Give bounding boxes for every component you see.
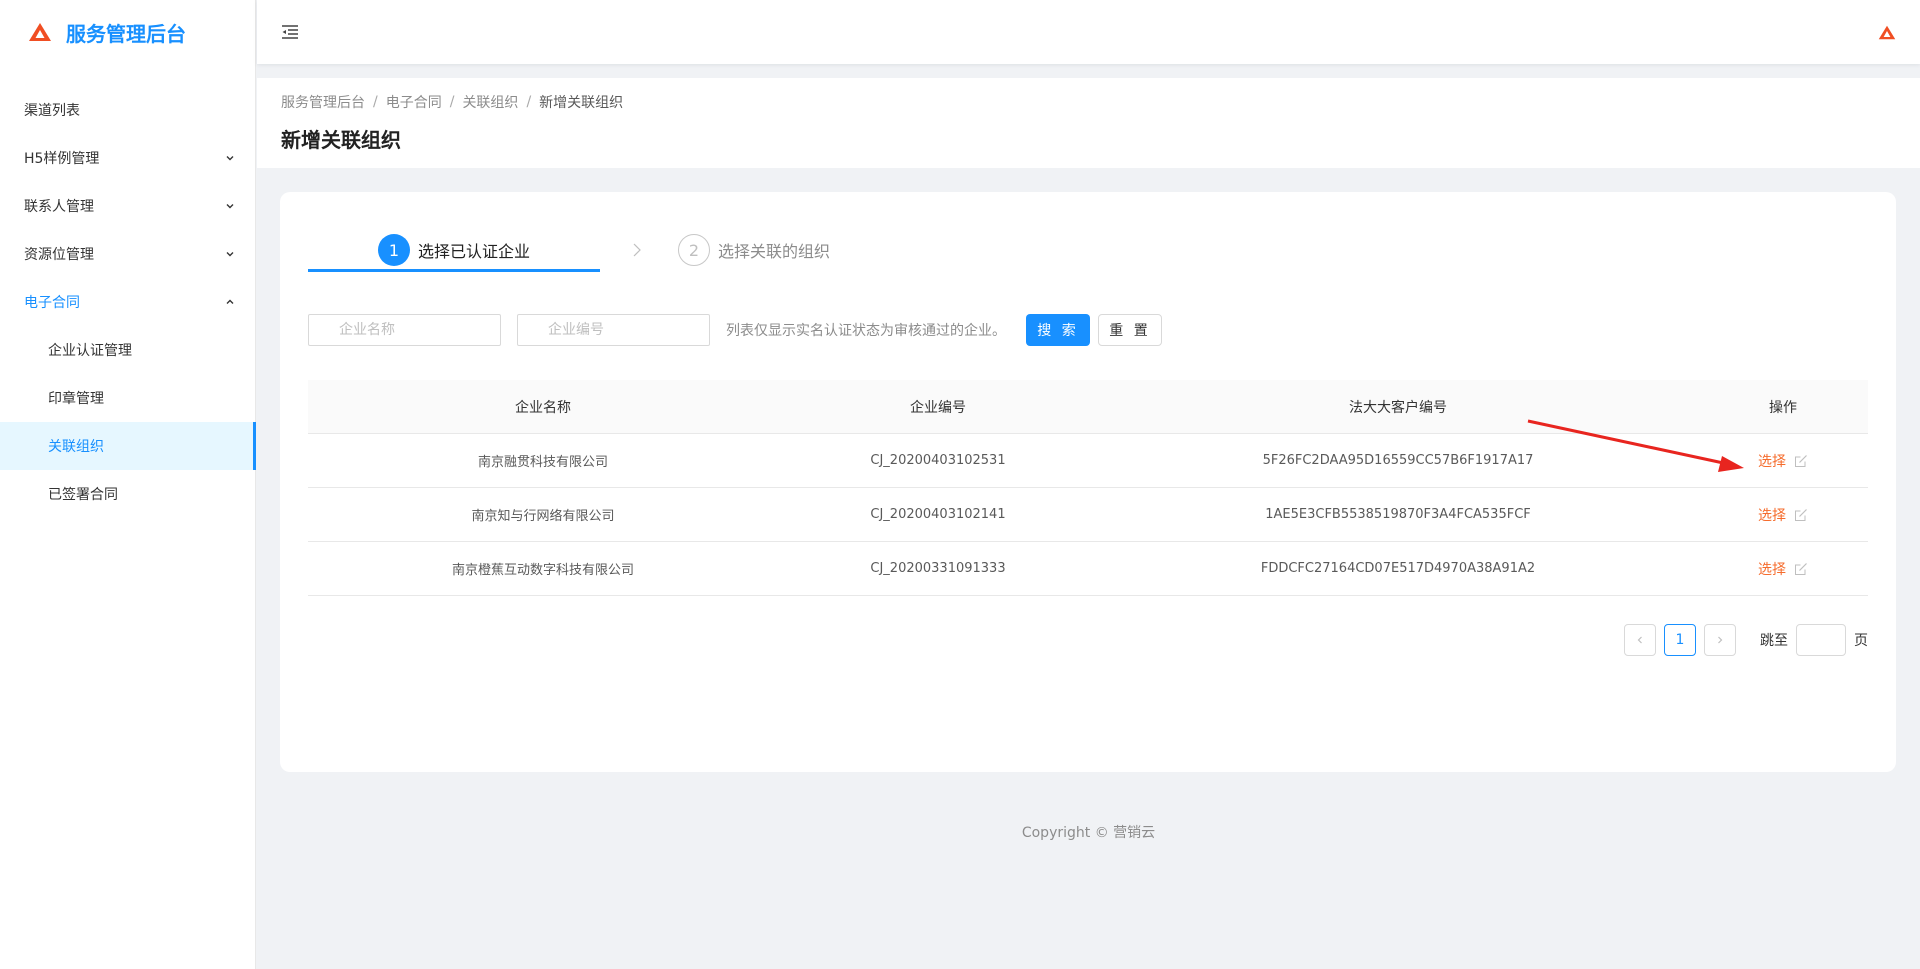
breadcrumb-separator: / [449, 94, 455, 110]
breadcrumb-item[interactable]: 电子合同 [386, 92, 442, 112]
sidebar-item-label: 联系人管理 [24, 199, 94, 215]
column-header-actions: 操作 [1769, 399, 1797, 416]
sidebar-item-label: H5样例管理 [24, 151, 100, 167]
step-number: 2 [678, 234, 710, 266]
edit-icon[interactable] [1794, 508, 1808, 522]
table-header-row: 企业名称 企业编号 法大大客户编号 操作 [308, 380, 1868, 434]
sidebar-item-resource-slots[interactable]: 资源位管理 [0, 230, 255, 278]
step-2[interactable]: 2 选择关联的组织 [678, 234, 830, 266]
cell-fdd-code: 1AE5E3CFB5538519870F3A4FCA535FCF [1265, 507, 1531, 522]
select-link[interactable]: 选择 [1758, 505, 1786, 525]
edit-icon[interactable] [1794, 562, 1808, 576]
enterprise-table: 企业名称 企业编号 法大大客户编号 操作 南京融贯科技有限公司 CJ_20200… [308, 380, 1868, 596]
page-number-button[interactable]: 1 [1664, 624, 1696, 656]
next-page-button[interactable] [1704, 624, 1736, 656]
cell-enterprise-name: 南京知与行网络有限公司 [471, 509, 615, 524]
sidebar-item-signed-contracts[interactable]: 已签署合同 [0, 470, 255, 518]
sidebar-item-label: 电子合同 [24, 295, 80, 311]
chevron-down-icon [226, 252, 234, 257]
cell-fdd-code: 5F26FC2DAA95D16559CC57B6F1917A17 [1262, 453, 1534, 468]
chevron-down-icon [226, 204, 234, 209]
chevron-left-icon [1637, 636, 1642, 644]
cell-actions: 选择 [1698, 559, 1868, 579]
cell-actions: 选择 [1698, 505, 1868, 525]
table-row: 南京橙蕉互动数字科技有限公司 CJ_20200331091333 FDDCFC2… [308, 542, 1868, 596]
page-title: 新增关联组织 [281, 128, 401, 152]
step-number: 1 [377, 234, 410, 266]
sidebar-item-contacts[interactable]: 联系人管理 [0, 182, 255, 230]
breadcrumb-separator: / [373, 94, 378, 110]
chevron-right-icon [1718, 636, 1723, 644]
breadcrumb-current: 新增关联组织 [539, 95, 624, 111]
logo-icon [29, 23, 51, 41]
cell-actions: 选择 [1698, 451, 1868, 471]
jump-label: 跳至 [1760, 633, 1788, 649]
cell-enterprise-name: 南京橙蕉互动数字科技有限公司 [451, 563, 634, 578]
prev-page-button[interactable] [1624, 624, 1656, 656]
cell-fdd-code: FDDCFC27164CD07E517D4970A38A91A2 [1260, 561, 1536, 576]
enterprise-code-input[interactable] [517, 314, 710, 346]
filter-hint: 列表仅显示实名认证状态为审核通过的企业。 [726, 323, 1006, 339]
column-header-fdd-code: 法大大客户编号 [1349, 399, 1447, 416]
app-title: 服务管理后台 [66, 21, 186, 46]
enterprise-name-input[interactable] [308, 314, 501, 346]
page-header: 服务管理后台 / 电子合同 / 关联组织 / 新增关联组织 新增关联组织 [257, 78, 1920, 168]
column-header-code: 企业编号 [910, 399, 966, 416]
footer-copyright: Copyright © 营销云 [1021, 825, 1156, 841]
chevron-up-icon [226, 299, 234, 304]
top-header [257, 0, 1920, 64]
sidebar-item-h5-samples[interactable]: H5样例管理 [0, 134, 255, 182]
breadcrumb-separator: / [526, 94, 532, 110]
sidebar-item-label: 关联组织 [48, 439, 104, 455]
column-header-name: 企业名称 [515, 399, 571, 416]
content-card: 1 选择已认证企业 2 选择关联的组织 列表仅显示实名认证状态为审核通过的企业。… [280, 192, 1896, 772]
cell-enterprise-code: CJ_20200403102531 [870, 453, 1006, 468]
app-logo[interactable]: 服务管理后台 [0, 0, 255, 64]
select-link[interactable]: 选择 [1758, 559, 1786, 579]
chevron-down-icon [226, 156, 234, 161]
sidebar-menu: 渠道列表 H5样例管理 联系人管理 资源位管理 电子合同 企业认证管理 印章管理… [0, 86, 256, 518]
cell-enterprise-name: 南京融贯科技有限公司 [477, 455, 608, 470]
breadcrumb: 服务管理后台 / 电子合同 / 关联组织 / 新增关联组织 [281, 92, 1896, 112]
pagination: 1 跳至 页 [1624, 624, 1868, 656]
edit-icon[interactable] [1794, 454, 1808, 468]
select-link[interactable]: 选择 [1758, 451, 1786, 471]
cell-enterprise-code: CJ_20200403102141 [870, 507, 1006, 522]
step-label: 选择关联的组织 [718, 242, 831, 261]
sidebar-item-related-org[interactable]: 关联组织 [0, 422, 256, 470]
jump-unit: 页 [1854, 633, 1868, 649]
sidebar-item-label: 已签署合同 [48, 487, 118, 503]
menu-fold-icon[interactable] [279, 21, 301, 43]
sidebar-item-seal-management[interactable]: 印章管理 [0, 374, 255, 422]
user-avatar-logo-icon[interactable] [1878, 25, 1896, 40]
table-row: 南京融贯科技有限公司 CJ_20200403102531 5F26FC2DAA9… [308, 434, 1868, 488]
chevron-right-icon [633, 243, 641, 257]
sidebar: 服务管理后台 渠道列表 H5样例管理 联系人管理 资源位管理 电子合同 企业认证… [0, 0, 256, 969]
table-row: 南京知与行网络有限公司 CJ_20200403102141 1AE5E3CFB5… [308, 488, 1868, 542]
sidebar-item-label: 渠道列表 [24, 103, 80, 119]
breadcrumb-item[interactable]: 服务管理后台 [281, 92, 365, 112]
sidebar-item-label: 印章管理 [48, 391, 104, 407]
reset-button[interactable]: 重 置 [1098, 314, 1162, 346]
breadcrumb-item[interactable]: 关联组织 [462, 92, 518, 112]
step-1[interactable]: 1 选择已认证企业 [308, 234, 600, 272]
cell-enterprise-code: CJ_20200331091333 [870, 561, 1006, 576]
search-button[interactable]: 搜 索 [1026, 314, 1090, 346]
sidebar-item-enterprise-auth[interactable]: 企业认证管理 [0, 326, 255, 374]
jump-page-input[interactable] [1796, 624, 1846, 656]
sidebar-item-e-contract[interactable]: 电子合同 [0, 278, 255, 326]
sidebar-item-label: 资源位管理 [24, 247, 94, 263]
step-label: 选择已认证企业 [417, 242, 530, 261]
filter-bar: 列表仅显示实名认证状态为审核通过的企业。 搜 索 重 置 [308, 314, 1162, 346]
sidebar-item-label: 企业认证管理 [48, 343, 132, 359]
steps: 1 选择已认证企业 2 选择关联的组织 [308, 234, 868, 274]
sidebar-item-channel-list[interactable]: 渠道列表 [0, 86, 255, 134]
